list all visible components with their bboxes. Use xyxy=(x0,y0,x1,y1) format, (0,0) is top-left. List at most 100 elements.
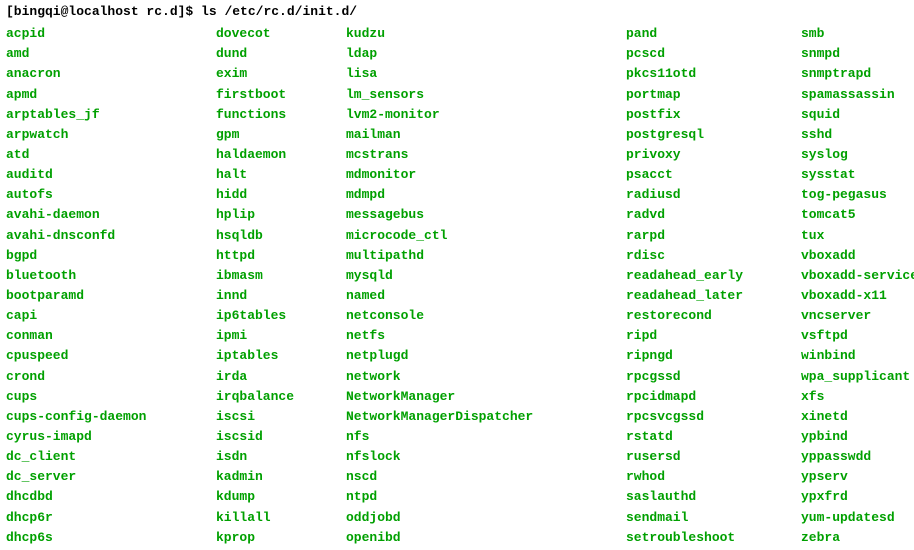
file-entry: spamassassin xyxy=(801,85,914,105)
file-entry: cups-config-daemon xyxy=(6,407,196,427)
file-entry: bootparamd xyxy=(6,286,196,306)
file-entry: ldap xyxy=(346,44,606,64)
file-entry: multipathd xyxy=(346,246,606,266)
file-entry: rstatd xyxy=(626,427,781,447)
file-entry: haldaemon xyxy=(216,145,326,165)
file-entry: dhcp6s xyxy=(6,528,196,548)
file-entry: acpid xyxy=(6,24,196,44)
file-entry: NetworkManagerDispatcher xyxy=(346,407,606,427)
file-entry: rpcidmapd xyxy=(626,387,781,407)
terminal-prompt-line: [bingqi@localhost rc.d]$ ls /etc/rc.d/in… xyxy=(6,2,908,22)
file-entry: vncserver xyxy=(801,306,914,326)
file-entry: sysstat xyxy=(801,165,914,185)
file-entry: mdmpd xyxy=(346,185,606,205)
file-entry: iscsid xyxy=(216,427,326,447)
file-entry: ripngd xyxy=(626,346,781,366)
file-entry: kdump xyxy=(216,487,326,507)
file-entry: killall xyxy=(216,508,326,528)
file-entry: pkcs11otd xyxy=(626,64,781,84)
file-entry: cyrus-imapd xyxy=(6,427,196,447)
file-entry: winbind xyxy=(801,346,914,366)
file-entry: kudzu xyxy=(346,24,606,44)
file-entry: squid xyxy=(801,105,914,125)
file-entry: conman xyxy=(6,326,196,346)
file-entry: vsftpd xyxy=(801,326,914,346)
file-entry: xinetd xyxy=(801,407,914,427)
file-entry: arpwatch xyxy=(6,125,196,145)
file-entry: netplugd xyxy=(346,346,606,366)
file-entry: vboxadd xyxy=(801,246,914,266)
prompt-command: ls /etc/rc.d/init.d/ xyxy=(201,4,357,19)
file-entry: bgpd xyxy=(6,246,196,266)
file-entry: pand xyxy=(626,24,781,44)
file-entry: lisa xyxy=(346,64,606,84)
file-entry: openibd xyxy=(346,528,606,548)
file-entry: halt xyxy=(216,165,326,185)
file-entry: apmd xyxy=(6,85,196,105)
file-entry: vboxadd-service xyxy=(801,266,914,286)
file-entry: crond xyxy=(6,367,196,387)
file-entry: functions xyxy=(216,105,326,125)
file-entry: nscd xyxy=(346,467,606,487)
file-entry: ip6tables xyxy=(216,306,326,326)
file-entry: ripd xyxy=(626,326,781,346)
file-entry: radvd xyxy=(626,205,781,225)
file-entry: dc_server xyxy=(6,467,196,487)
file-entry: iscsi xyxy=(216,407,326,427)
file-entry: nfslock xyxy=(346,447,606,467)
listing-column-2: dovecotdundeximfirstbootfunctionsgpmhald… xyxy=(216,24,326,548)
listing-column-4: pandpcscdpkcs11otdportmappostfixpostgres… xyxy=(626,24,781,548)
file-entry: network xyxy=(346,367,606,387)
file-entry: microcode_ctl xyxy=(346,226,606,246)
file-entry: tux xyxy=(801,226,914,246)
file-entry: bluetooth xyxy=(6,266,196,286)
file-entry: irqbalance xyxy=(216,387,326,407)
file-entry: exim xyxy=(216,64,326,84)
file-entry: postfix xyxy=(626,105,781,125)
file-entry: irda xyxy=(216,367,326,387)
file-entry: xfs xyxy=(801,387,914,407)
file-entry: hsqldb xyxy=(216,226,326,246)
file-entry: mysqld xyxy=(346,266,606,286)
file-entry: lm_sensors xyxy=(346,85,606,105)
file-entry: kadmin xyxy=(216,467,326,487)
file-entry: dovecot xyxy=(216,24,326,44)
file-entry: firstboot xyxy=(216,85,326,105)
file-entry: pcscd xyxy=(626,44,781,64)
file-entry: ypserv xyxy=(801,467,914,487)
file-entry: netfs xyxy=(346,326,606,346)
file-entry: kprop xyxy=(216,528,326,548)
file-entry: yum-updatesd xyxy=(801,508,914,528)
listing-column-1: acpidamdanacronapmdarptables_jfarpwatcha… xyxy=(6,24,196,548)
file-entry: mcstrans xyxy=(346,145,606,165)
file-entry: ibmasm xyxy=(216,266,326,286)
file-entry: anacron xyxy=(6,64,196,84)
file-entry: iptables xyxy=(216,346,326,366)
directory-listing: acpidamdanacronapmdarptables_jfarpwatcha… xyxy=(6,24,908,548)
file-entry: radiusd xyxy=(626,185,781,205)
file-entry: rwhod xyxy=(626,467,781,487)
file-entry: dc_client xyxy=(6,447,196,467)
file-entry: mdmonitor xyxy=(346,165,606,185)
file-entry: mailman xyxy=(346,125,606,145)
file-entry: netconsole xyxy=(346,306,606,326)
file-entry: tog-pegasus xyxy=(801,185,914,205)
file-entry: ypbind xyxy=(801,427,914,447)
file-entry: dhcdbd xyxy=(6,487,196,507)
file-entry: privoxy xyxy=(626,145,781,165)
file-entry: innd xyxy=(216,286,326,306)
listing-column-3: kudzuldaplisalm_sensorslvm2-monitormailm… xyxy=(346,24,606,548)
file-entry: isdn xyxy=(216,447,326,467)
file-entry: portmap xyxy=(626,85,781,105)
file-entry: dund xyxy=(216,44,326,64)
file-entry: named xyxy=(346,286,606,306)
file-entry: saslauthd xyxy=(626,487,781,507)
file-entry: postgresql xyxy=(626,125,781,145)
file-entry: setroubleshoot xyxy=(626,528,781,548)
file-entry: snmpd xyxy=(801,44,914,64)
file-entry: snmptrapd xyxy=(801,64,914,84)
file-entry: nfs xyxy=(346,427,606,447)
file-entry: rdisc xyxy=(626,246,781,266)
file-entry: NetworkManager xyxy=(346,387,606,407)
file-entry: oddjobd xyxy=(346,508,606,528)
